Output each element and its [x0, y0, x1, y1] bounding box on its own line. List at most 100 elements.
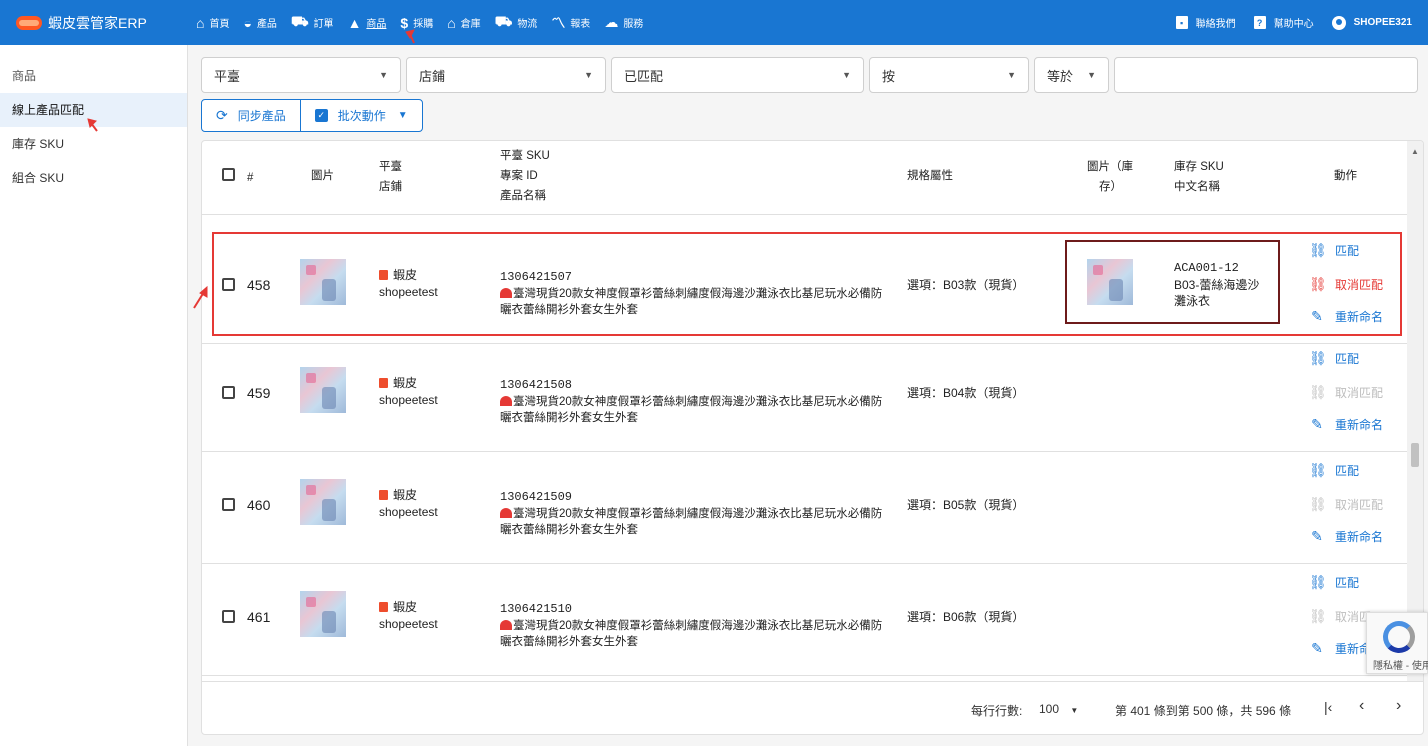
- match-status-select[interactable]: 已匹配 ▼: [611, 57, 864, 93]
- sidebar-header: 商品: [12, 69, 37, 83]
- boxes-icon: ▲: [347, 14, 362, 31]
- row-index: 461: [247, 609, 271, 625]
- header-cn-name: 中文名稱: [1174, 181, 1220, 193]
- account-icon: [1331, 15, 1346, 30]
- row-checkbox[interactable]: [222, 610, 235, 623]
- row-checkbox[interactable]: [222, 386, 235, 399]
- row-product-name-text: 臺灣現貨20款女神度假罩衫蕾絲刺繡度假海邊沙灘泳衣比基尼玩水必備防曬衣蕾絲開衫外…: [500, 288, 883, 316]
- link-icon: ⛓: [1309, 350, 1327, 366]
- header-action: 動作: [1334, 170, 1357, 182]
- nav-item-2[interactable]: ⛟ 訂單: [291, 0, 334, 45]
- row-product-name-text: 臺灣現貨20款女神度假罩衫蕾絲刺繡度假海邊沙灘泳衣比基尼玩水必備防曬衣蕾絲開衫外…: [500, 508, 883, 536]
- nav-item-8[interactable]: ☁ 服務: [604, 0, 643, 45]
- sync-products-label: 同步產品: [237, 109, 286, 123]
- main-nav: ⌂ 首頁 ◒ 產品 ⛟ 訂單 ▲ 商品 $ 採購 ⌂ 倉庫 ⛟ 物流 〽報表 ☁ 服務: [186, 0, 647, 45]
- sidebar-item-combo-sku[interactable]: 組合 SKU: [0, 161, 187, 195]
- rows-per-page-select[interactable]: 100 ▼: [1039, 702, 1078, 716]
- product-thumbnail[interactable]: [300, 259, 346, 305]
- operator-value: 等於: [1047, 68, 1074, 84]
- pencil-icon: ✎: [1311, 640, 1323, 656]
- unmatch-link[interactable]: ⛓ 取消匹配: [1309, 496, 1383, 513]
- product-match-table: # 圖片 平臺 店鋪 平臺 SKU 專案 ID 產品名稱 規格屬性 圖片（庫 存…: [201, 140, 1424, 735]
- nav-item-4[interactable]: $ 採購: [400, 0, 433, 45]
- rows-per-page-label: 每行行數:: [971, 704, 1023, 718]
- user-name: SHOPEE321: [1353, 17, 1412, 28]
- nav-item-6[interactable]: ⛟ 物流: [495, 0, 538, 45]
- search-value-input[interactable]: [1114, 57, 1418, 93]
- row-index: 460: [247, 497, 271, 513]
- shopee-icon: [379, 602, 388, 612]
- operator-select[interactable]: 等於 ▼: [1034, 57, 1109, 93]
- nav-item-label: 商品: [366, 19, 387, 30]
- row-checkbox[interactable]: [222, 278, 235, 291]
- nav-item-5[interactable]: ⌂ 倉庫: [447, 0, 480, 45]
- search-by-select[interactable]: 按 ▼: [869, 57, 1029, 93]
- table-header: # 圖片 平臺 店鋪 平臺 SKU 專案 ID 產品名稱 規格屬性 圖片（庫 存…: [202, 141, 1409, 215]
- scrollbar-thumb[interactable]: [1411, 443, 1419, 467]
- rename-link[interactable]: ✎ 重新命: [1309, 640, 1371, 657]
- header-image: 圖片: [311, 170, 334, 182]
- link-off-icon: ⛓: [1309, 384, 1327, 400]
- contact-us-link[interactable]: ▪ 聯絡我們: [1175, 0, 1236, 45]
- row-checkbox[interactable]: [222, 498, 235, 511]
- match-link[interactable]: ⛓ 匹配: [1309, 350, 1359, 367]
- filter-bar: 平臺 ▼ 店鋪 ▼ 已匹配 ▼ 按 ▼ 等於 ▼: [201, 57, 1423, 93]
- truck-icon: ⛟: [494, 13, 513, 29]
- help-icon: ?: [1253, 16, 1266, 29]
- product-thumbnail[interactable]: [300, 591, 346, 637]
- match-link[interactable]: ⛓ 匹配: [1309, 242, 1359, 259]
- product-thumbnail[interactable]: [300, 479, 346, 525]
- shopee-icon: [379, 490, 388, 500]
- rename-link[interactable]: ✎ 重新命名: [1309, 308, 1383, 325]
- row-product-name: 臺灣現貨20款女神度假罩衫蕾絲刺繡度假海邊沙灘泳衣比基尼玩水必備防曬衣蕾絲開衫外…: [500, 394, 885, 426]
- platform-select[interactable]: 平臺 ▼: [201, 57, 401, 93]
- select-all-checkbox[interactable]: [222, 168, 235, 181]
- header-shop: 店鋪: [379, 181, 402, 193]
- nav-item-0[interactable]: ⌂ 首頁: [196, 0, 229, 45]
- platform-select-value: 平臺: [214, 68, 241, 84]
- help-center-link[interactable]: ? 幫助中心: [1253, 0, 1314, 45]
- rename-link[interactable]: ✎ 重新命名: [1309, 528, 1383, 545]
- shop-select[interactable]: 店鋪 ▼: [406, 57, 606, 93]
- chevron-down-icon: ▼: [842, 70, 851, 80]
- shop-select-value: 店鋪: [419, 68, 446, 84]
- recaptcha-badge[interactable]: 隱私權 - 使用條款: [1366, 612, 1428, 674]
- chart-icon: 〽: [551, 14, 566, 31]
- brand-title: 蝦皮雲管家ERP: [48, 14, 147, 31]
- pencil-icon: ✎: [1311, 528, 1323, 544]
- unmatch-link[interactable]: ⛓ 取消匹配: [1309, 384, 1383, 401]
- user-menu[interactable]: SHOPEE321: [1331, 0, 1412, 45]
- unmatch-link[interactable]: ⛓ 取消匹: [1309, 608, 1371, 625]
- pagination-bar: 每行行數: 100 ▼ 第 401 條到第 500 條，共 596 條 |‹ ‹…: [202, 681, 1423, 734]
- nav-item-7[interactable]: 〽報表: [551, 0, 590, 45]
- match-link[interactable]: ⛓ 匹配: [1309, 462, 1359, 479]
- prev-page-icon[interactable]: ‹: [1359, 697, 1364, 715]
- product-thumbnail[interactable]: [300, 367, 346, 413]
- contact-us-label: 聯絡我們: [1195, 19, 1236, 30]
- stock-thumbnail[interactable]: [1087, 259, 1133, 305]
- scroll-up-icon[interactable]: ▲: [1411, 147, 1419, 156]
- table-row: 459 蝦皮 shopeetest 1306421508 臺灣現貨20款女神度假…: [202, 340, 1409, 452]
- unmatch-link[interactable]: ⛓ 取消匹配: [1309, 276, 1383, 293]
- sidebar-item-online-product-match[interactable]: 線上產品匹配: [0, 93, 187, 127]
- next-page-icon[interactable]: ›: [1396, 697, 1401, 715]
- nav-item-1[interactable]: ◒ 產品: [243, 0, 276, 45]
- chevron-down-icon: ▼: [1007, 70, 1016, 80]
- match-label: 匹配: [1335, 352, 1360, 366]
- sync-products-button[interactable]: ⟳ 同步產品: [202, 100, 300, 131]
- batch-actions-button[interactable]: ✓ 批次動作 ▼: [299, 100, 422, 131]
- nav-item-label: 訂單: [313, 19, 334, 30]
- checklist-icon: ✓: [314, 109, 328, 122]
- row-platform-sku: 1306421509: [500, 490, 573, 504]
- sidebar-item-stock-sku[interactable]: 庫存 SKU: [0, 127, 187, 161]
- action-group: ⟳ 同步產品 ✓ 批次動作 ▼: [201, 99, 423, 132]
- nav-item-3[interactable]: ▲ 商品: [348, 0, 387, 45]
- row-platform: 蝦皮: [379, 374, 417, 391]
- match-link[interactable]: ⛓ 匹配: [1309, 574, 1359, 591]
- rename-link[interactable]: ✎ 重新命名: [1309, 416, 1383, 433]
- table-scrollbar[interactable]: ▲: [1407, 141, 1423, 681]
- first-page-icon[interactable]: |‹: [1324, 699, 1332, 715]
- top-navbar: 蝦皮雲管家ERP ⌂ 首頁 ◒ 產品 ⛟ 訂單 ▲ 商品 $ 採購 ⌂ 倉庫 ⛟ 物流 〽報表 ☁ 服務 ▪ 聯…: [0, 0, 1428, 45]
- row-product-name: 臺灣現貨20款女神度假罩衫蕾絲刺繡度假海邊沙灘泳衣比基尼玩水必備防曬衣蕾絲開衫外…: [500, 506, 885, 538]
- brand[interactable]: 蝦皮雲管家ERP: [0, 13, 186, 33]
